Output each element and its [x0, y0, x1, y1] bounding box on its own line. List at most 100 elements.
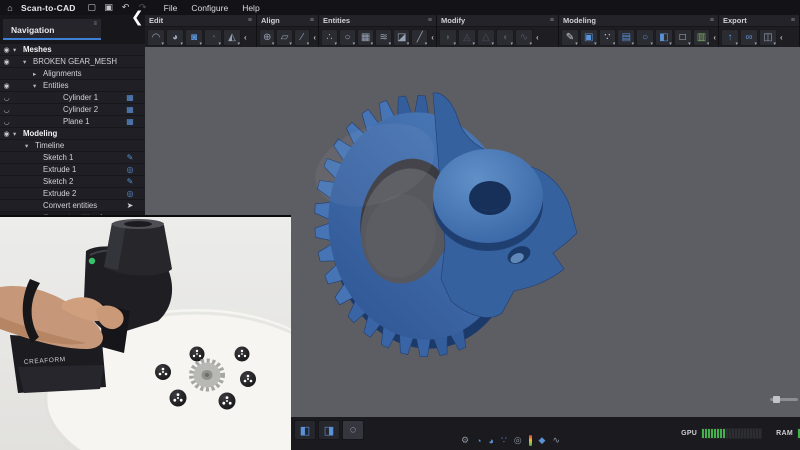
tree-item-broken-gear-mesh[interactable]: ◉▾BROKEN GEAR_MESH [0, 56, 145, 67]
fill-selection-icon[interactable]: ◙▾ [185, 29, 203, 46]
clean-mesh-icon[interactable]: ◔▾ [204, 29, 222, 46]
mesh-view-icon[interactable]: ◔ [476, 436, 481, 446]
points-entity-icon[interactable]: ∴▾ [321, 29, 338, 46]
chevron-down-icon[interactable]: ▾ [13, 46, 23, 54]
dropdown-caret-icon[interactable]: ▾ [773, 41, 776, 47]
eye-icon[interactable]: ◉ [0, 58, 13, 66]
dropdown-caret-icon[interactable]: ▾ [594, 41, 597, 47]
mesh-extract-icon[interactable]: ◧ [294, 420, 316, 440]
section-overflow-chevron[interactable]: ‹ [431, 33, 434, 42]
dropdown-caret-icon[interactable]: ▾ [669, 41, 672, 47]
chevron-down-icon[interactable]: ▾ [25, 142, 35, 150]
dropdown-caret-icon[interactable]: ▾ [371, 41, 374, 47]
eye-blue-icon[interactable]: ◎ [124, 165, 136, 174]
wireframe-box-icon[interactable]: ▣▾ [580, 29, 598, 46]
tree-item-entities[interactable]: ◉▾Entities [0, 80, 145, 91]
home-icon[interactable]: ⌂ [3, 3, 17, 13]
dropdown-caret-icon[interactable]: ▾ [353, 41, 356, 47]
solid-block-icon[interactable]: □▾ [674, 29, 692, 46]
chevron-right-icon[interactable]: ▸ [33, 70, 43, 78]
section-overflow-chevron[interactable]: ‹ [313, 33, 316, 42]
circle-entity-icon[interactable]: ○▾ [339, 29, 356, 46]
section-menu-icon[interactable]: ≡ [710, 17, 714, 24]
new-file-icon[interactable]: ▢ [85, 2, 99, 13]
dropdown-caret-icon[interactable]: ▾ [218, 41, 221, 47]
triangle-icon[interactable]: △▾ [477, 29, 495, 46]
tree-item-plane-1[interactable]: ◡Plane 1▦ [0, 116, 145, 127]
solid-view-icon[interactable]: ◆ [539, 435, 546, 446]
menu-help[interactable]: Help [242, 3, 259, 13]
align-pen-icon[interactable]: ∕▾ [294, 29, 310, 46]
colorbar-icon[interactable] [529, 435, 532, 446]
section-menu-icon[interactable]: ≡ [310, 17, 314, 24]
chevron-down-icon[interactable]: ▾ [33, 82, 43, 90]
tree-item-timeline[interactable]: ▾Timeline [0, 140, 145, 151]
menu-configure[interactable]: Configure [191, 3, 228, 13]
smooth-mesh-icon[interactable]: ◕▾ [166, 29, 184, 46]
tree-item-extrude-2[interactable]: Extrude 2◎ [0, 188, 145, 199]
dropdown-caret-icon[interactable]: ▾ [307, 41, 310, 47]
tree-item-meshes[interactable]: ◉▾Meshes [0, 44, 145, 55]
dropdown-caret-icon[interactable]: ▾ [335, 41, 338, 47]
tree-item-sketch-1[interactable]: Sketch 1✎ [0, 152, 145, 163]
tree-item-alignments[interactable]: ▸Alignments [0, 68, 145, 79]
mesh-extract-2-icon[interactable]: ◨ [318, 420, 340, 440]
section-menu-icon[interactable]: ≡ [428, 17, 432, 24]
section-overflow-chevron[interactable]: ‹ [713, 33, 716, 42]
lasso-select-icon[interactable]: ◌ [342, 420, 364, 440]
chevron-down-icon[interactable]: ▾ [23, 58, 33, 66]
share-people-icon[interactable]: ∞▾ [740, 29, 758, 46]
tab-navigation[interactable]: Navigation ≡ [3, 19, 101, 40]
ring-icon[interactable]: ○▾ [636, 29, 654, 46]
dropdown-caret-icon[interactable]: ▾ [472, 41, 475, 47]
pick-entity-icon[interactable]: ╱▾ [411, 29, 428, 46]
eye-icon[interactable]: ◉ [0, 130, 13, 138]
dropdown-caret-icon[interactable]: ▾ [575, 41, 578, 47]
dropdown-caret-icon[interactable]: ▾ [529, 41, 532, 47]
align-plane-icon[interactable]: ▱▾ [276, 29, 292, 46]
dropdown-caret-icon[interactable]: ▾ [510, 41, 513, 47]
eye-blue-icon[interactable]: ◎ [124, 189, 136, 198]
dropdown-caret-icon[interactable]: ▾ [754, 41, 757, 47]
tree-item-cylinder-1[interactable]: ◡Cylinder 1▦ [0, 92, 145, 103]
surface-patch-icon[interactable]: ◗▾ [439, 29, 457, 46]
color-slab-icon[interactable]: ▥▾ [693, 29, 711, 46]
dropdown-caret-icon[interactable]: ▾ [735, 41, 738, 47]
section-menu-icon[interactable]: ≡ [791, 17, 795, 24]
align-target-icon[interactable]: ⊕▾ [259, 29, 275, 46]
chevron-down-icon[interactable]: ▾ [13, 130, 23, 138]
dropdown-caret-icon[interactable]: ▾ [491, 41, 494, 47]
tree-item-extrude-1[interactable]: Extrude 1◎ [0, 164, 145, 175]
dropdown-caret-icon[interactable]: ▾ [425, 41, 428, 47]
layers-entity-icon[interactable]: ≋▾ [375, 29, 392, 46]
section-overflow-chevron[interactable]: ‹ [780, 33, 783, 42]
dropdown-caret-icon[interactable]: ▾ [237, 41, 240, 47]
settings-gear-icon[interactable]: ⚙ [461, 435, 469, 446]
dropdown-caret-icon[interactable]: ▾ [407, 41, 410, 47]
menu-file[interactable]: File [164, 3, 178, 13]
dropdown-caret-icon[interactable]: ▾ [180, 41, 183, 47]
dropdown-caret-icon[interactable]: ▾ [272, 41, 275, 47]
defeature-icon[interactable]: ◠▾ [147, 29, 165, 46]
curve-icon[interactable]: ◡ [0, 106, 13, 114]
curve-icon[interactable]: ◡ [0, 118, 13, 126]
tree-item-modeling[interactable]: ◉▾Modeling [0, 128, 145, 139]
dropdown-caret-icon[interactable]: ▾ [389, 41, 392, 47]
spline-tool-icon[interactable]: ∿ [552, 435, 560, 446]
export-up-icon[interactable]: ↑▾ [721, 29, 739, 46]
pointer-icon[interactable]: ➤ [124, 201, 136, 210]
mesh-points-icon[interactable]: ∵ [501, 435, 507, 446]
docs-book-icon[interactable]: ◫▾ [759, 29, 777, 46]
split-block-icon[interactable]: ◧▾ [655, 29, 673, 46]
sketch-icon[interactable]: ✎ [124, 177, 136, 186]
plane-entity-icon[interactable]: ◪▾ [393, 29, 410, 46]
dropdown-caret-icon[interactable]: ▾ [289, 41, 292, 47]
sketch-tool-icon[interactable]: ✎▾ [561, 29, 579, 46]
sketch-icon[interactable]: ✎ [124, 153, 136, 162]
grid-icon[interactable]: ▦ [124, 93, 136, 102]
dropdown-caret-icon[interactable]: ▾ [199, 41, 202, 47]
tree-item-sketch-2[interactable]: Sketch 2✎ [0, 176, 145, 187]
dropdown-caret-icon[interactable]: ▾ [707, 41, 710, 47]
save-icon[interactable]: ▣ [102, 2, 116, 13]
viewport-zoom-slider[interactable] [770, 398, 798, 401]
